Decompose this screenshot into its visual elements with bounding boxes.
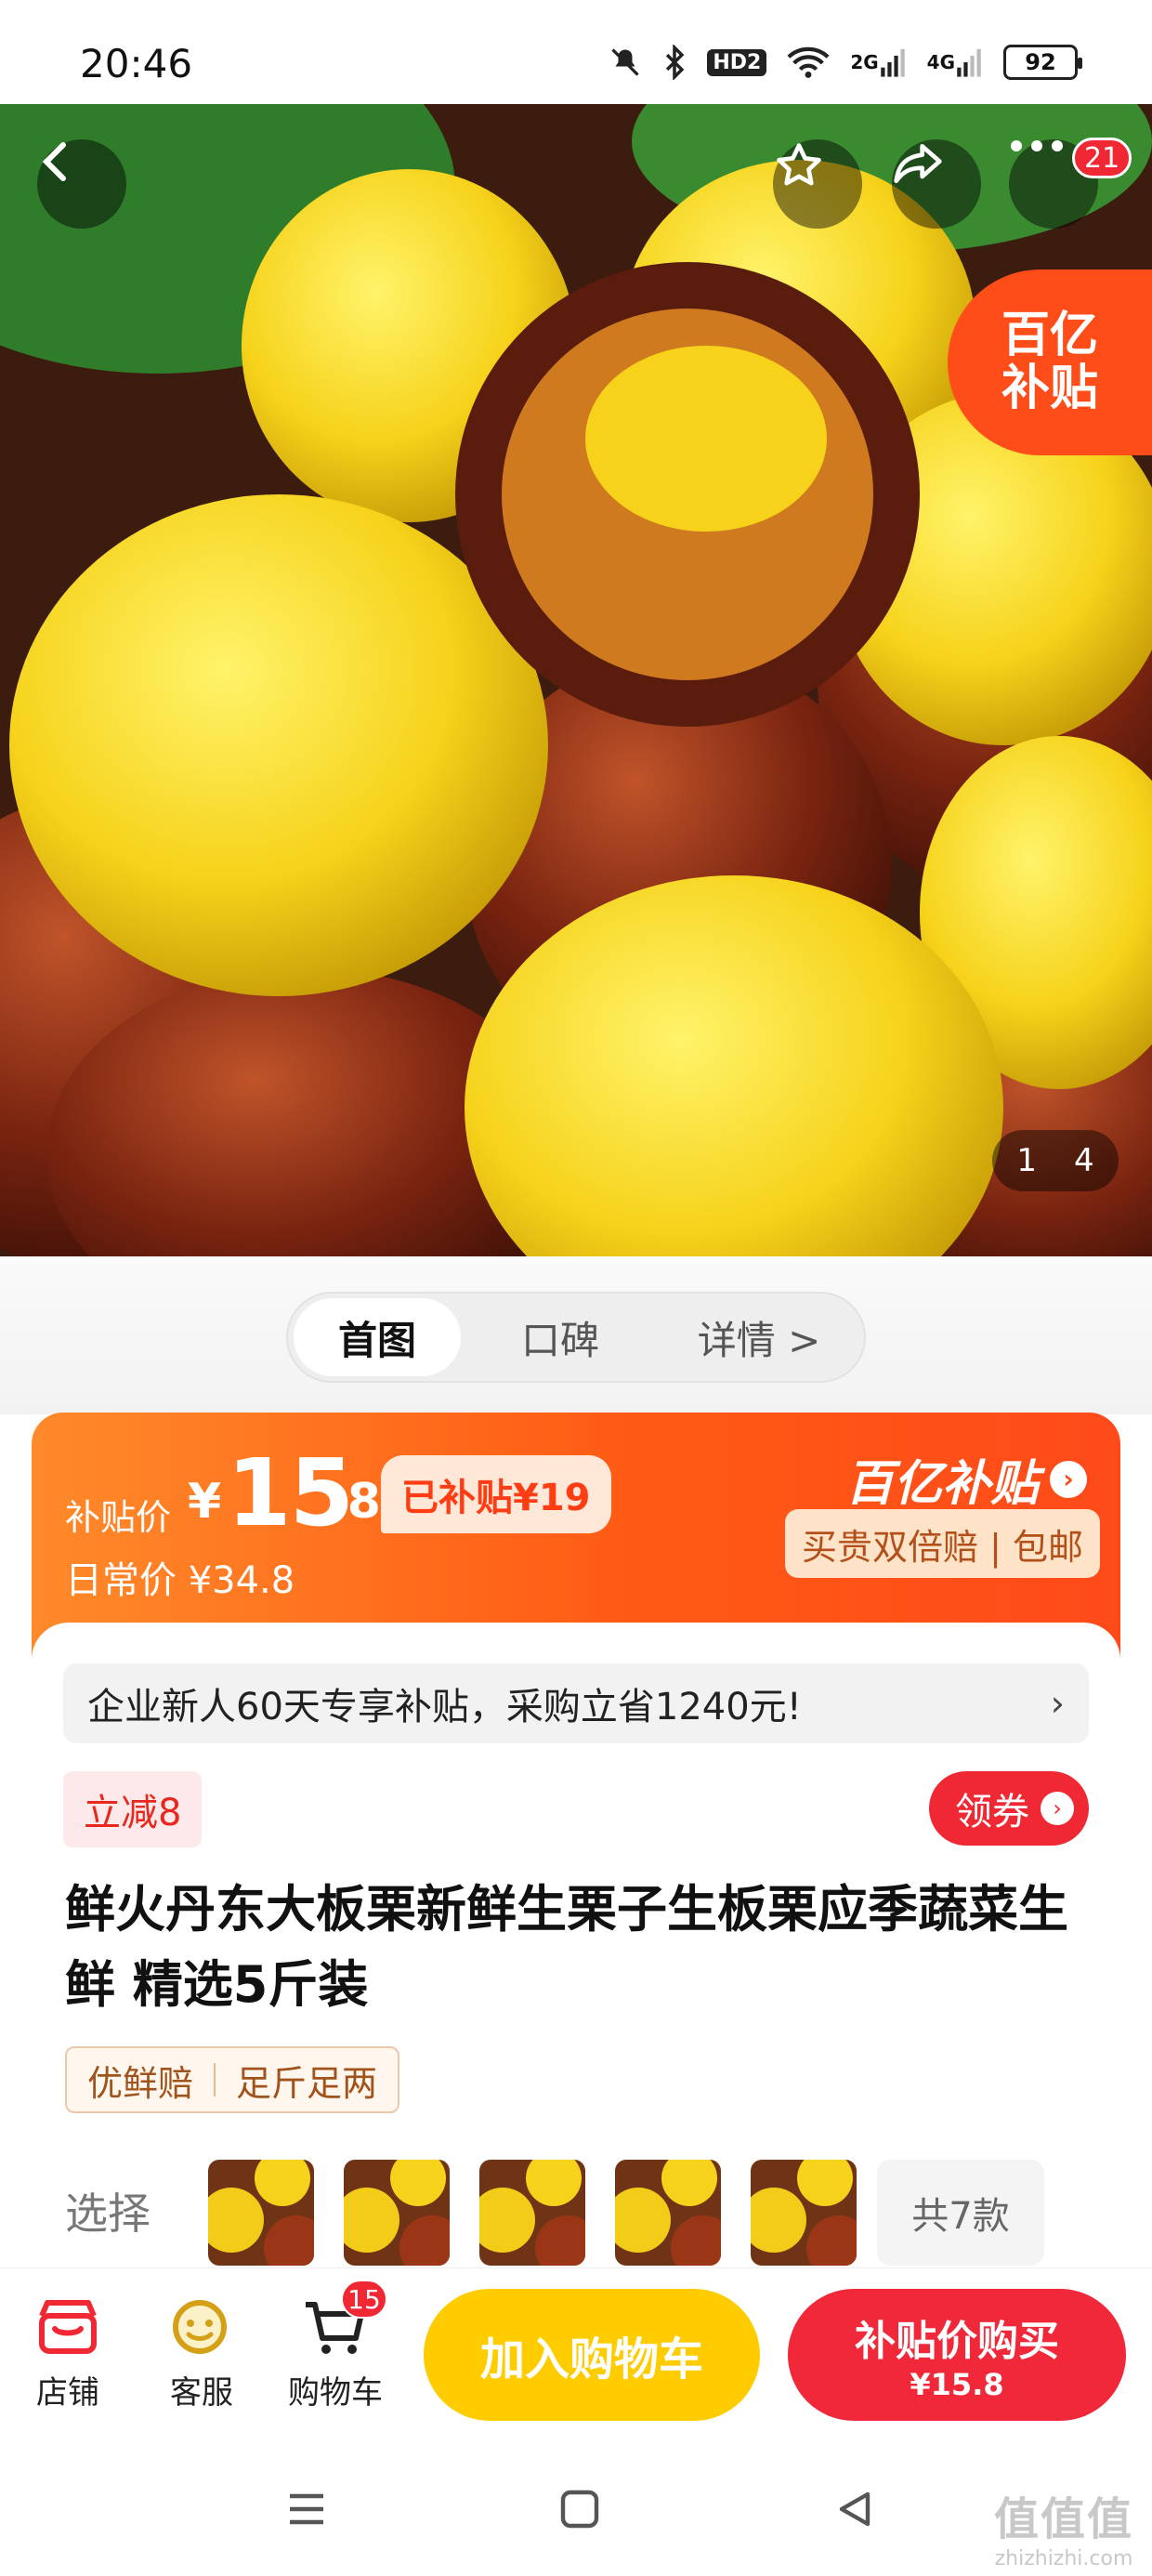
- subsidy-line1: 百亿: [1001, 307, 1098, 363]
- discount-tag: 立减8: [63, 1771, 203, 1847]
- variant-thumbnail[interactable]: [751, 2160, 857, 2266]
- more-badge: 21: [1072, 138, 1132, 178]
- product-card: 补贴价 ¥ 15 .8 已补贴¥19 日常价 ¥34.8 百亿补贴 › 买贵双倍…: [32, 1413, 1120, 2305]
- share-icon: [894, 144, 942, 184]
- variant-thumbnails: [208, 2160, 857, 2266]
- variant-thumbnail[interactable]: [479, 2160, 585, 2266]
- currency-symbol: ¥: [188, 1474, 222, 1530]
- watermark-url: zhizhizhi.com: [994, 2547, 1133, 2570]
- subsidy-line2: 补贴: [1001, 361, 1098, 416]
- variant-thumbnail[interactable]: [344, 2160, 450, 2266]
- subsidized-chip: 已补贴¥19: [381, 1455, 611, 1533]
- status-icons: HD2 2G 4G 92: [609, 45, 1082, 80]
- buy-label: 补贴价购买: [855, 2318, 1059, 2365]
- daily-price: 日常价 ¥34.8: [65, 1559, 295, 1602]
- bottom-action-bar: 店铺 客服 15 购物车 加入购物车 补贴价购买 ¥15.8: [0, 2267, 1152, 2444]
- more-dots-icon: [1011, 140, 1063, 151]
- system-nav-bar: 值值值 zhizhizhi.com: [0, 2444, 1152, 2576]
- cart-count-badge: 15: [341, 2280, 387, 2319]
- chestnut-photo: [0, 104, 1152, 1256]
- battery-icon: 92: [1003, 45, 1082, 80]
- subsidy-brand-label: 百亿补贴: [844, 1456, 1039, 1512]
- watermark: 值值值 zhizhizhi.com: [994, 2482, 1133, 2570]
- wifi-icon: [787, 46, 830, 79]
- product-title: 鲜火丹东大板栗新鲜生栗子生板栗应季蔬菜生鲜 精选5斤装: [65, 1880, 1068, 2014]
- price-decimal: .8: [329, 1474, 381, 1530]
- status-bar: 20:46 HD2 2G 4G 92: [0, 0, 1152, 104]
- product-image-carousel[interactable]: 21 百亿 补贴 1 4: [0, 104, 1152, 1256]
- service-tags[interactable]: 优鲜赔 足斤足两: [65, 2046, 400, 2113]
- favorite-button[interactable]: [773, 139, 862, 229]
- bluetooth-icon: [662, 45, 687, 80]
- customer-service-button[interactable]: 客服: [151, 2296, 253, 2412]
- back-button[interactable]: [37, 139, 126, 229]
- signal-4g-icon: 4G: [927, 46, 983, 78]
- tab-details[interactable]: 详情 >: [660, 1298, 858, 1376]
- customer-service-label: 客服: [170, 2374, 233, 2412]
- home-square-icon: [560, 2490, 599, 2529]
- image-counter: 1 4: [992, 1130, 1119, 1191]
- home-nav-button[interactable]: [552, 2481, 608, 2537]
- coupon-label: 领券: [955, 1791, 1029, 1833]
- select-label: 选择: [65, 2188, 151, 2239]
- shop-label: 店铺: [36, 2374, 99, 2412]
- signal-2g-icon: 2G: [850, 46, 906, 78]
- enterprise-promo-banner[interactable]: 企业新人60天专享补贴，采购立省1240元! ›: [63, 1663, 1089, 1743]
- net-4g-label: 4G: [926, 51, 955, 73]
- chevron-left-icon: [42, 142, 66, 181]
- share-button[interactable]: [892, 139, 981, 229]
- add-to-cart-button[interactable]: 加入购物车: [424, 2289, 760, 2421]
- guarantee-badge: 买贵双倍赔 | 包邮: [785, 1509, 1100, 1578]
- star-icon: [777, 143, 821, 186]
- cart-icon: 15: [300, 2280, 387, 2358]
- section-tabs: 首图 口碑 详情 >: [286, 1292, 866, 1383]
- get-coupon-button[interactable]: 领券 ›: [929, 1771, 1089, 1846]
- subsidy-badge: 百亿 补贴: [948, 269, 1152, 455]
- chevron-right-icon: ›: [1050, 1460, 1087, 1498]
- menu-nav-button[interactable]: [279, 2481, 334, 2537]
- image-total: 4: [1074, 1142, 1094, 1179]
- tab-main-image[interactable]: 首图: [294, 1298, 461, 1376]
- cart-button[interactable]: 15 购物车: [284, 2280, 387, 2412]
- all-variants-button[interactable]: 共7款: [877, 2160, 1044, 2266]
- customer-service-icon: [166, 2296, 237, 2358]
- service-tag-weight: 足斤足两: [236, 2062, 378, 2104]
- subsidy-brand-link[interactable]: 百亿补贴 ›: [845, 1444, 1087, 1514]
- back-triangle-icon: [839, 2491, 871, 2527]
- mute-icon: [609, 46, 642, 79]
- chevron-right-icon: ›: [1050, 1683, 1065, 1724]
- variant-thumbnail[interactable]: [615, 2160, 721, 2266]
- product-info: 企业新人60天专享补贴，采购立省1240元! › 立减8 领券 › 鲜火丹东大板…: [32, 1623, 1120, 2305]
- service-tag-freshness: 优鲜赔: [87, 2062, 194, 2104]
- cart-label: 购物车: [288, 2374, 383, 2412]
- hd-icon: HD2: [707, 48, 767, 76]
- buy-now-button[interactable]: 补贴价购买 ¥15.8: [788, 2289, 1126, 2421]
- watermark-logo: 值值值: [993, 2493, 1133, 2545]
- back-nav-button[interactable]: [827, 2481, 883, 2537]
- promo-text: 企业新人60天专享补贴，采购立省1240元!: [87, 1686, 802, 1728]
- variant-thumbnail[interactable]: [208, 2160, 314, 2266]
- section-tabs-area: 首图 口碑 详情 >: [0, 1256, 1152, 1414]
- clock: 20:46: [80, 41, 193, 86]
- shop-button[interactable]: 店铺: [17, 2296, 119, 2412]
- chevron-right-icon: ›: [1041, 1792, 1074, 1825]
- image-index: 1: [1016, 1142, 1037, 1179]
- tab-reviews[interactable]: 口碑: [461, 1298, 660, 1376]
- menu-icon: [290, 2493, 323, 2525]
- net-2g-label: 2G: [850, 51, 879, 73]
- price-label: 补贴价: [65, 1497, 172, 1538]
- buy-price: ¥15.8: [910, 2367, 1004, 2402]
- shop-icon: [33, 2296, 103, 2358]
